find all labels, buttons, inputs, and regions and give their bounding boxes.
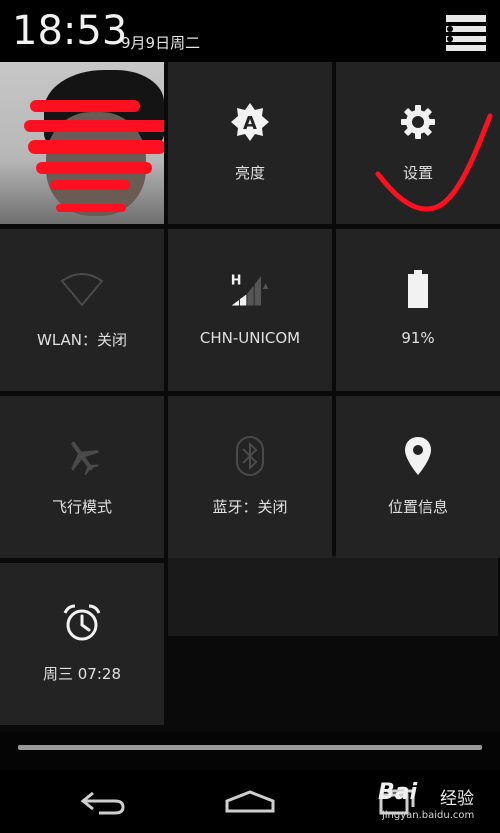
redaction-mark (50, 180, 130, 190)
wifi-icon (60, 267, 104, 311)
list-settings-icon[interactable] (444, 12, 488, 52)
redaction-mark (24, 120, 164, 132)
watermark-logo: Bai (378, 780, 418, 805)
tile-carrier-label: CHN-UNICOM (199, 329, 301, 347)
home-icon[interactable] (215, 782, 285, 822)
tile-battery-label: 91% (401, 329, 435, 347)
tile-settings[interactable]: 设置 (336, 62, 500, 224)
tile-bluetooth[interactable]: 蓝牙：关闭 (168, 396, 332, 558)
signal-icon: H (228, 267, 272, 311)
redaction-mark (30, 100, 140, 112)
network-type-label: H (231, 273, 242, 288)
alarm-clock-icon (60, 601, 104, 645)
watermark-brand: 经验 (440, 789, 474, 809)
svg-text:A: A (243, 113, 257, 134)
tile-battery[interactable]: 91% (336, 229, 500, 391)
tile-wlan[interactable]: WLAN：关闭 (0, 229, 164, 391)
tile-airplane[interactable]: 飞行模式 (0, 396, 164, 558)
brightness-auto-icon: A (228, 100, 272, 144)
redaction-mark (28, 140, 164, 154)
back-icon[interactable] (68, 782, 138, 822)
tile-carrier[interactable]: H CHN-UNICOM (168, 229, 332, 391)
tile-brightness[interactable]: A 亮度 (168, 62, 332, 224)
tile-location-label: 位置信息 (387, 498, 448, 516)
airplane-icon (60, 434, 104, 478)
date: 9月9日周二 (121, 34, 201, 52)
redaction-mark (36, 162, 152, 174)
quick-settings-panel: A 亮度 设置 WLAN：关闭 H CHN-UNICOM 91% 飞行模式 蓝牙… (0, 62, 500, 732)
battery-icon (396, 267, 440, 311)
baidu-watermark: Bai 经验 jingyan.baidu.com (378, 778, 498, 828)
status-bar: 18:53 9月9日周二 (0, 0, 500, 62)
red-checkmark-annotation (375, 113, 493, 212)
tile-bluetooth-label: 蓝牙：关闭 (212, 498, 288, 516)
clock: 18:53 (12, 8, 128, 54)
launcher-background (168, 556, 498, 636)
tile-location[interactable]: 位置信息 (336, 396, 500, 558)
tile-wlan-label: WLAN：关闭 (36, 331, 127, 349)
tile-alarm[interactable]: 周三 07:28 (0, 563, 164, 725)
location-pin-icon (396, 434, 440, 478)
bluetooth-icon (228, 434, 272, 478)
redaction-mark (56, 204, 126, 212)
user-photo (0, 62, 164, 224)
watermark-url: jingyan.baidu.com (382, 810, 475, 821)
tile-airplane-label: 飞行模式 (51, 498, 112, 516)
tile-alarm-label: 周三 07:28 (43, 665, 121, 683)
panel-drag-handle[interactable] (18, 745, 482, 750)
tile-user[interactable] (0, 62, 164, 224)
tile-brightness-label: 亮度 (234, 164, 265, 182)
